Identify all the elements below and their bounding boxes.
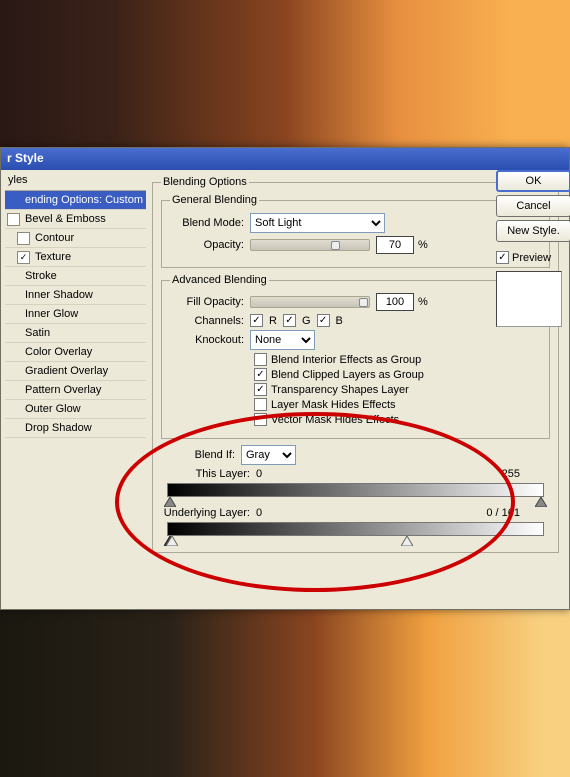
preview-label: Preview <box>512 252 551 264</box>
channel-b-label: B <box>336 315 343 327</box>
sidebar-item-label: Contour <box>35 232 74 244</box>
opacity-slider[interactable] <box>250 239 370 251</box>
sidebar-item-label: Inner Shadow <box>25 289 93 301</box>
sidebar-item-9[interactable]: Gradient Overlay <box>5 362 146 381</box>
opt-transparency-label: Transparency Shapes Layer <box>271 384 409 396</box>
sidebar-item-checkbox[interactable]: ✓ <box>17 251 30 264</box>
sidebar-item-label: Satin <box>25 327 50 339</box>
opt-layer-mask-checkbox[interactable] <box>254 398 267 411</box>
sidebar-item-7[interactable]: Satin <box>5 324 146 343</box>
right-button-panel: OK Cancel New Style. ✓ Preview <box>496 170 570 327</box>
preview-checkbox[interactable]: ✓ <box>496 251 509 264</box>
opacity-pct: % <box>418 239 428 251</box>
opt-blend-clipped-checkbox[interactable]: ✓ <box>254 368 267 381</box>
sidebar-item-label: ending Options: Custom <box>25 194 143 206</box>
advanced-blending-legend: Advanced Blending <box>170 274 269 286</box>
sidebar-item-label: Texture <box>35 251 71 263</box>
sidebar-item-4[interactable]: Stroke <box>5 267 146 286</box>
sidebar-item-label: Color Overlay <box>25 346 92 358</box>
new-style-button[interactable]: New Style. <box>496 220 570 242</box>
underlying-white-handle-right[interactable] <box>401 536 413 546</box>
knockout-label: Knockout: <box>170 334 250 346</box>
channel-r-checkbox[interactable]: ✓ <box>250 314 263 327</box>
blend-if-label: Blend If: <box>161 449 241 461</box>
sidebar-item-0[interactable]: ending Options: Custom <box>5 191 146 210</box>
sidebar-item-label: Gradient Overlay <box>25 365 108 377</box>
opt-blend-interior-label: Blend Interior Effects as Group <box>271 354 421 366</box>
sidebar-item-12[interactable]: Drop Shadow <box>5 419 146 438</box>
sidebar-item-label: Outer Glow <box>25 403 81 415</box>
this-layer-black-handle[interactable] <box>164 497 176 507</box>
sidebar-item-3[interactable]: ✓ Texture <box>5 248 146 267</box>
this-layer-black-value: 0 <box>256 468 262 480</box>
fill-opacity-slider[interactable] <box>250 296 370 308</box>
sidebar-item-1[interactable]: Bevel & Emboss <box>5 210 146 229</box>
layer-style-dialog: r Style yles ending Options: Custom Bevel… <box>0 147 570 610</box>
styles-sidebar: yles ending Options: Custom Bevel & Embos… <box>5 174 150 606</box>
fill-opacity-input[interactable] <box>376 293 414 311</box>
blend-mode-select[interactable]: Soft Light <box>250 213 385 233</box>
fill-opacity-label: Fill Opacity: <box>170 296 250 308</box>
sidebar-item-2[interactable]: Contour <box>5 229 146 248</box>
underlying-black-value: 0 <box>256 507 262 519</box>
sidebar-item-11[interactable]: Outer Glow <box>5 400 146 419</box>
background-image-bottom <box>0 610 570 777</box>
this-layer-white-value: 255 <box>502 468 520 480</box>
knockout-select[interactable]: None <box>250 330 315 350</box>
channel-g-label: G <box>302 315 311 327</box>
this-layer-gradient[interactable] <box>167 483 544 497</box>
blend-if-section: Blend If: Gray This Layer: 0 255 <box>161 445 550 536</box>
blending-options-legend: Blending Options <box>161 176 249 188</box>
opt-vector-mask-label: Vector Mask Hides Effects <box>271 414 399 426</box>
channels-label: Channels: <box>170 315 250 327</box>
sidebar-item-label: Drop Shadow <box>25 422 92 434</box>
sidebar-item-8[interactable]: Color Overlay <box>5 343 146 362</box>
channel-g-checkbox[interactable]: ✓ <box>283 314 296 327</box>
blend-mode-label: Blend Mode: <box>170 217 250 229</box>
underlying-layer-label: Underlying Layer: <box>161 507 256 519</box>
background-image-top <box>0 0 570 155</box>
sidebar-item-6[interactable]: Inner Glow <box>5 305 146 324</box>
opacity-input[interactable] <box>376 236 414 254</box>
preview-swatch <box>496 271 562 327</box>
opt-blend-interior-checkbox[interactable] <box>254 353 267 366</box>
sidebar-item-label: Inner Glow <box>25 308 78 320</box>
general-blending-group: General Blending Blend Mode: Soft Light … <box>161 194 550 268</box>
sidebar-item-10[interactable]: Pattern Overlay <box>5 381 146 400</box>
sidebar-item-checkbox[interactable] <box>17 232 30 245</box>
opacity-label: Opacity: <box>170 239 250 251</box>
underlying-gradient[interactable] <box>167 522 544 536</box>
opt-blend-clipped-label: Blend Clipped Layers as Group <box>271 369 424 381</box>
dialog-titlebar[interactable]: r Style <box>1 148 569 170</box>
channel-b-checkbox[interactable]: ✓ <box>317 314 330 327</box>
sidebar-item-label: Bevel & Emboss <box>25 213 106 225</box>
this-layer-label: This Layer: <box>161 468 256 480</box>
opt-transparency-checkbox[interactable]: ✓ <box>254 383 267 396</box>
opt-layer-mask-label: Layer Mask Hides Effects <box>271 399 396 411</box>
channel-r-label: R <box>269 315 277 327</box>
sidebar-item-label: Stroke <box>25 270 57 282</box>
underlying-white-handle-left[interactable] <box>166 536 178 546</box>
this-layer-white-handle[interactable] <box>535 497 547 507</box>
blend-if-select[interactable]: Gray <box>241 445 296 465</box>
sidebar-item-label: Pattern Overlay <box>25 384 101 396</box>
underlying-white-value: 0 / 161 <box>486 507 520 519</box>
ok-button[interactable]: OK <box>496 170 570 192</box>
general-blending-legend: General Blending <box>170 194 259 206</box>
sidebar-item-checkbox[interactable] <box>7 213 20 226</box>
fill-opacity-pct: % <box>418 296 428 308</box>
cancel-button[interactable]: Cancel <box>496 195 570 217</box>
styles-header: yles <box>5 174 146 191</box>
sidebar-item-5[interactable]: Inner Shadow <box>5 286 146 305</box>
opt-vector-mask-checkbox[interactable] <box>254 413 267 426</box>
advanced-blending-group: Advanced Blending Fill Opacity: % Channe… <box>161 274 550 439</box>
